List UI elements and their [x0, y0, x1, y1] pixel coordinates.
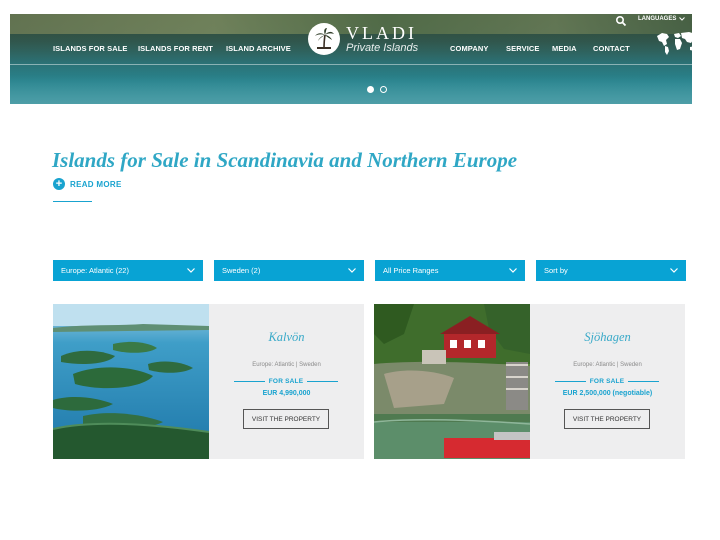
price-filter-value: All Price Ranges — [383, 266, 439, 275]
divider-line — [234, 380, 265, 382]
listing-name[interactable]: Kalvön — [209, 330, 364, 345]
listing-location: Europe: Atlantic | Sweden — [252, 362, 321, 368]
status-divider: FOR SALE — [555, 376, 659, 386]
price-filter[interactable]: All Price Ranges — [375, 260, 525, 281]
country-filter-value: Sweden (2) — [222, 266, 261, 275]
nav-island-archive[interactable]: ISLAND ARCHIVE — [226, 44, 291, 53]
read-more-link[interactable]: + READ MORE — [53, 178, 122, 190]
divider-line — [628, 380, 659, 382]
languages-dropdown[interactable]: LANGUAGES — [638, 16, 686, 22]
title-divider — [53, 201, 92, 202]
divider-line — [307, 380, 338, 382]
page-title: Islands for Sale in Scandinavia and Nort… — [52, 148, 518, 172]
nav-media[interactable]: MEDIA — [552, 44, 577, 53]
slider-dot-2[interactable] — [380, 86, 387, 93]
chevron-down-icon — [670, 268, 678, 273]
nav-islands-for-sale[interactable]: ISLANDS FOR SALE — [53, 44, 128, 53]
vladi-logo[interactable]: VLADI Private Islands — [308, 22, 432, 56]
listing-name[interactable]: Sjöhagen — [530, 330, 685, 345]
chevron-down-icon — [187, 268, 195, 273]
status-badge: FOR SALE — [589, 377, 625, 385]
logo-subtitle: Private Islands — [346, 42, 419, 54]
chevron-down-icon — [679, 17, 686, 21]
hero-banner: ISLANDS FOR SALE ISLANDS FOR RENT ISLAND… — [10, 14, 692, 104]
listing-photo-sjohagen[interactable] — [374, 304, 530, 459]
slider-dot-1[interactable] — [367, 86, 374, 93]
listing-photo-kalvon[interactable] — [53, 304, 209, 459]
listing-card[interactable]: Sjöhagen Europe: Atlantic | Sweden FOR S… — [374, 304, 685, 459]
country-filter[interactable]: Sweden (2) — [214, 260, 364, 281]
chevron-down-icon — [348, 268, 356, 273]
status-badge: FOR SALE — [268, 377, 304, 385]
palm-tree-icon — [308, 23, 340, 55]
logo-title: VLADI — [346, 23, 417, 43]
nav-service[interactable]: SERVICE — [506, 44, 540, 53]
listing-card[interactable]: Kalvön Europe: Atlantic | Sweden FOR SAL… — [53, 304, 364, 459]
languages-label: LANGUAGES — [638, 16, 677, 22]
sort-filter[interactable]: Sort by — [536, 260, 686, 281]
sort-filter-value: Sort by — [544, 266, 568, 275]
visit-property-button[interactable]: VISIT THE PROPERTY — [243, 409, 329, 429]
slider-dots — [367, 86, 387, 93]
chevron-down-icon — [509, 268, 517, 273]
nav-islands-for-rent[interactable]: ISLANDS FOR RENT — [138, 44, 213, 53]
search-icon[interactable] — [615, 15, 627, 27]
read-more-label: READ MORE — [70, 179, 122, 189]
listing-location: Europe: Atlantic | Sweden — [573, 362, 642, 368]
status-divider: FOR SALE — [234, 376, 338, 386]
plus-icon: + — [53, 178, 65, 190]
world-map-icon[interactable] — [655, 30, 692, 56]
divider-line — [555, 380, 586, 382]
nav-contact[interactable]: CONTACT — [593, 44, 630, 53]
header-divider — [10, 64, 692, 65]
nav-company[interactable]: COMPANY — [450, 44, 488, 53]
listing-price: EUR 2,500,000 (negotiable) — [562, 390, 653, 397]
region-filter-value: Europe: Atlantic (22) — [61, 266, 129, 275]
listing-price: EUR 4,990,000 — [262, 390, 311, 397]
region-filter[interactable]: Europe: Atlantic (22) — [53, 260, 203, 281]
visit-property-button[interactable]: VISIT THE PROPERTY — [564, 409, 650, 429]
